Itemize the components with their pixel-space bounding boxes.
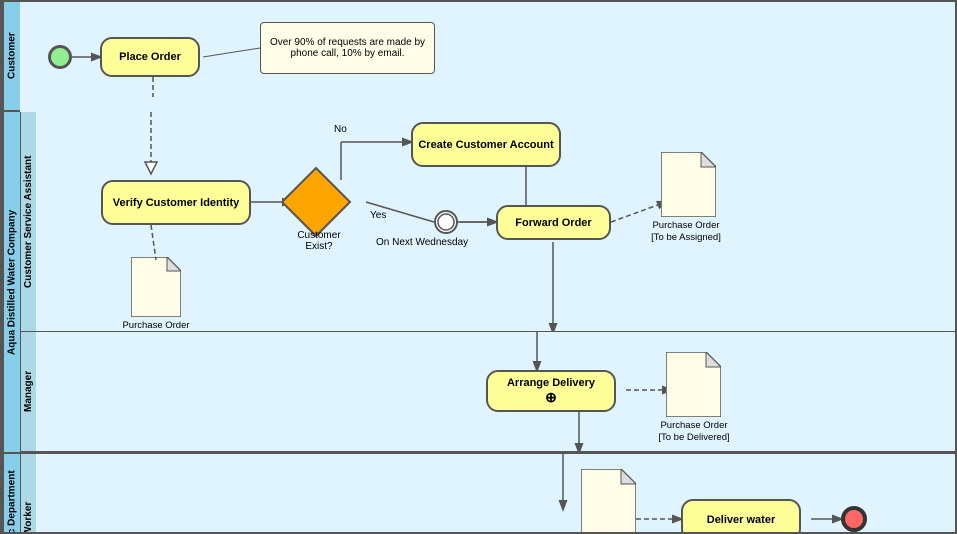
middle-section: Aqua Distilled Water Company Customer Se… bbox=[2, 112, 955, 454]
csa-lane: Customer Service Assistant bbox=[20, 112, 955, 332]
po-deliver-label: Purchase Order[To be Delivered] bbox=[654, 420, 734, 445]
po-to-assign-doc bbox=[661, 152, 716, 220]
po-completed-doc bbox=[581, 469, 636, 534]
start-event bbox=[48, 45, 72, 69]
arrange-delivery-node: Arrange Delivery ⊕ bbox=[486, 370, 616, 412]
forward-order-node: Forward Order bbox=[496, 205, 611, 240]
aqua-outer-label: Aqua Distilled Water Company bbox=[2, 112, 20, 452]
po-deliver-doc bbox=[666, 352, 721, 420]
worker-lane-label: Worker bbox=[20, 454, 36, 534]
po-to-assign-label: Purchase Order[To be Assigned] bbox=[646, 220, 726, 245]
end-event bbox=[841, 506, 867, 532]
inner-lanes: Customer Service Assistant bbox=[20, 112, 955, 452]
logistic-section: Logistic Department Worker bbox=[2, 454, 955, 534]
diagram-container: Customer bbox=[0, 0, 957, 534]
manager-lane-label: Manager bbox=[20, 332, 36, 451]
deliver-water-node: Deliver water bbox=[681, 499, 801, 534]
csa-lane-content: Verify Customer Identity Customer Exist?… bbox=[36, 112, 955, 331]
worker-lane: Worker bbox=[20, 454, 955, 534]
worker-svg bbox=[36, 454, 955, 534]
customer-lane: Customer bbox=[2, 2, 955, 112]
no-label: No bbox=[334, 124, 347, 135]
diamond-node bbox=[291, 177, 341, 227]
callout-note: Over 90% of requests are made by phone c… bbox=[260, 22, 435, 74]
place-order-node: Place Order bbox=[100, 37, 200, 77]
yes-label: Yes bbox=[370, 210, 386, 221]
customer-lane-label: Customer bbox=[2, 2, 20, 110]
create-account-node: Create Customer Account bbox=[411, 122, 561, 167]
csa-lane-label: Customer Service Assistant bbox=[20, 112, 36, 331]
next-wednesday-label: On Next Wednesday bbox=[376, 237, 468, 248]
worker-lanes: Worker bbox=[20, 454, 955, 534]
manager-lane-content: Arrange Delivery ⊕ Purchase Order[To be … bbox=[36, 332, 955, 451]
logistic-outer-label: Logistic Department bbox=[2, 454, 20, 534]
verify-identity-node: Verify Customer Identity bbox=[101, 180, 251, 225]
customer-lane-content: Place Order Over 90% of requests are mad… bbox=[20, 2, 955, 112]
worker-lane-content: Purchase Order[Completed] Deliver water bbox=[36, 454, 955, 534]
manager-lane: Manager bbox=[20, 332, 955, 452]
plus-icon: ⊕ bbox=[545, 389, 557, 406]
diamond-label: Customer Exist? bbox=[284, 230, 354, 252]
intermediate-event bbox=[434, 210, 458, 237]
po-create-doc bbox=[131, 257, 181, 320]
